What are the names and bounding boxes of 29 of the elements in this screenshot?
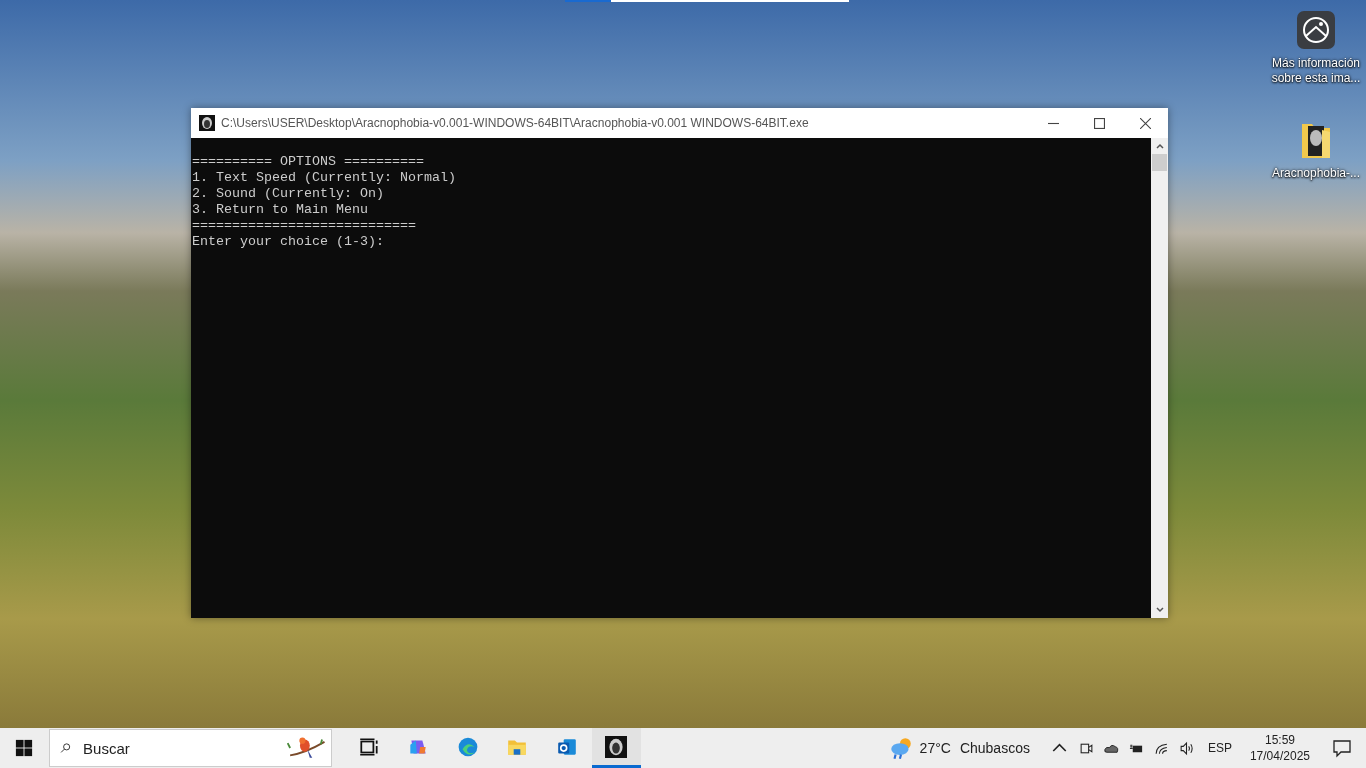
windows-logo-icon[interactable] (15, 739, 33, 757)
clock-time[interactable]: 15:59 (1264, 732, 1295, 748)
browser-logo-icon (456, 735, 479, 758)
console-line: 2. Sound (Currently: On) (192, 186, 384, 202)
window-title: C:\Users\USER\Desktop\Aracnophobia-v0.001-WINDOWS-64BIT\Aracnophobia-v0.001 WINDOWS-64BIT.exe (221, 116, 810, 130)
console-line: 1. Text Speed (Currently: Normal) (192, 170, 456, 186)
console-line: ============================ (192, 218, 416, 234)
notification-icon[interactable] (1332, 738, 1352, 758)
desktop-icon-label[interactable]: Más información sobre esta ima... (1266, 56, 1366, 86)
image-info-icon[interactable] (1296, 10, 1336, 50)
console-line: ========== OPTIONS ========== (192, 154, 424, 170)
console-taskbar-button[interactable] (591, 728, 641, 768)
console-line: 3. Return to Main Menu (192, 202, 368, 218)
speaker-icon[interactable] (1178, 740, 1194, 756)
maximize-icon (1093, 117, 1105, 129)
weather-condition-text[interactable]: Chubascos (959, 740, 1030, 756)
close-icon (1139, 117, 1151, 129)
scroll-thumb[interactable] (1152, 154, 1167, 171)
scrollbar[interactable] (1151, 138, 1168, 618)
scroll-up-icon[interactable] (1154, 141, 1165, 151)
scroll-down-icon[interactable] (1154, 605, 1165, 615)
app-icon (199, 115, 215, 131)
search-bar[interactable]: Buscar (49, 729, 332, 767)
clock-date[interactable]: 17/04/2025 (1249, 748, 1310, 764)
search-field[interactable]: Buscar (81, 738, 285, 758)
console-line: Enter your choice (1-3): (192, 234, 384, 250)
language-indicator[interactable]: ESP (1207, 741, 1232, 755)
app-icon (605, 735, 628, 758)
temperature-text[interactable]: 27°C (919, 740, 951, 756)
